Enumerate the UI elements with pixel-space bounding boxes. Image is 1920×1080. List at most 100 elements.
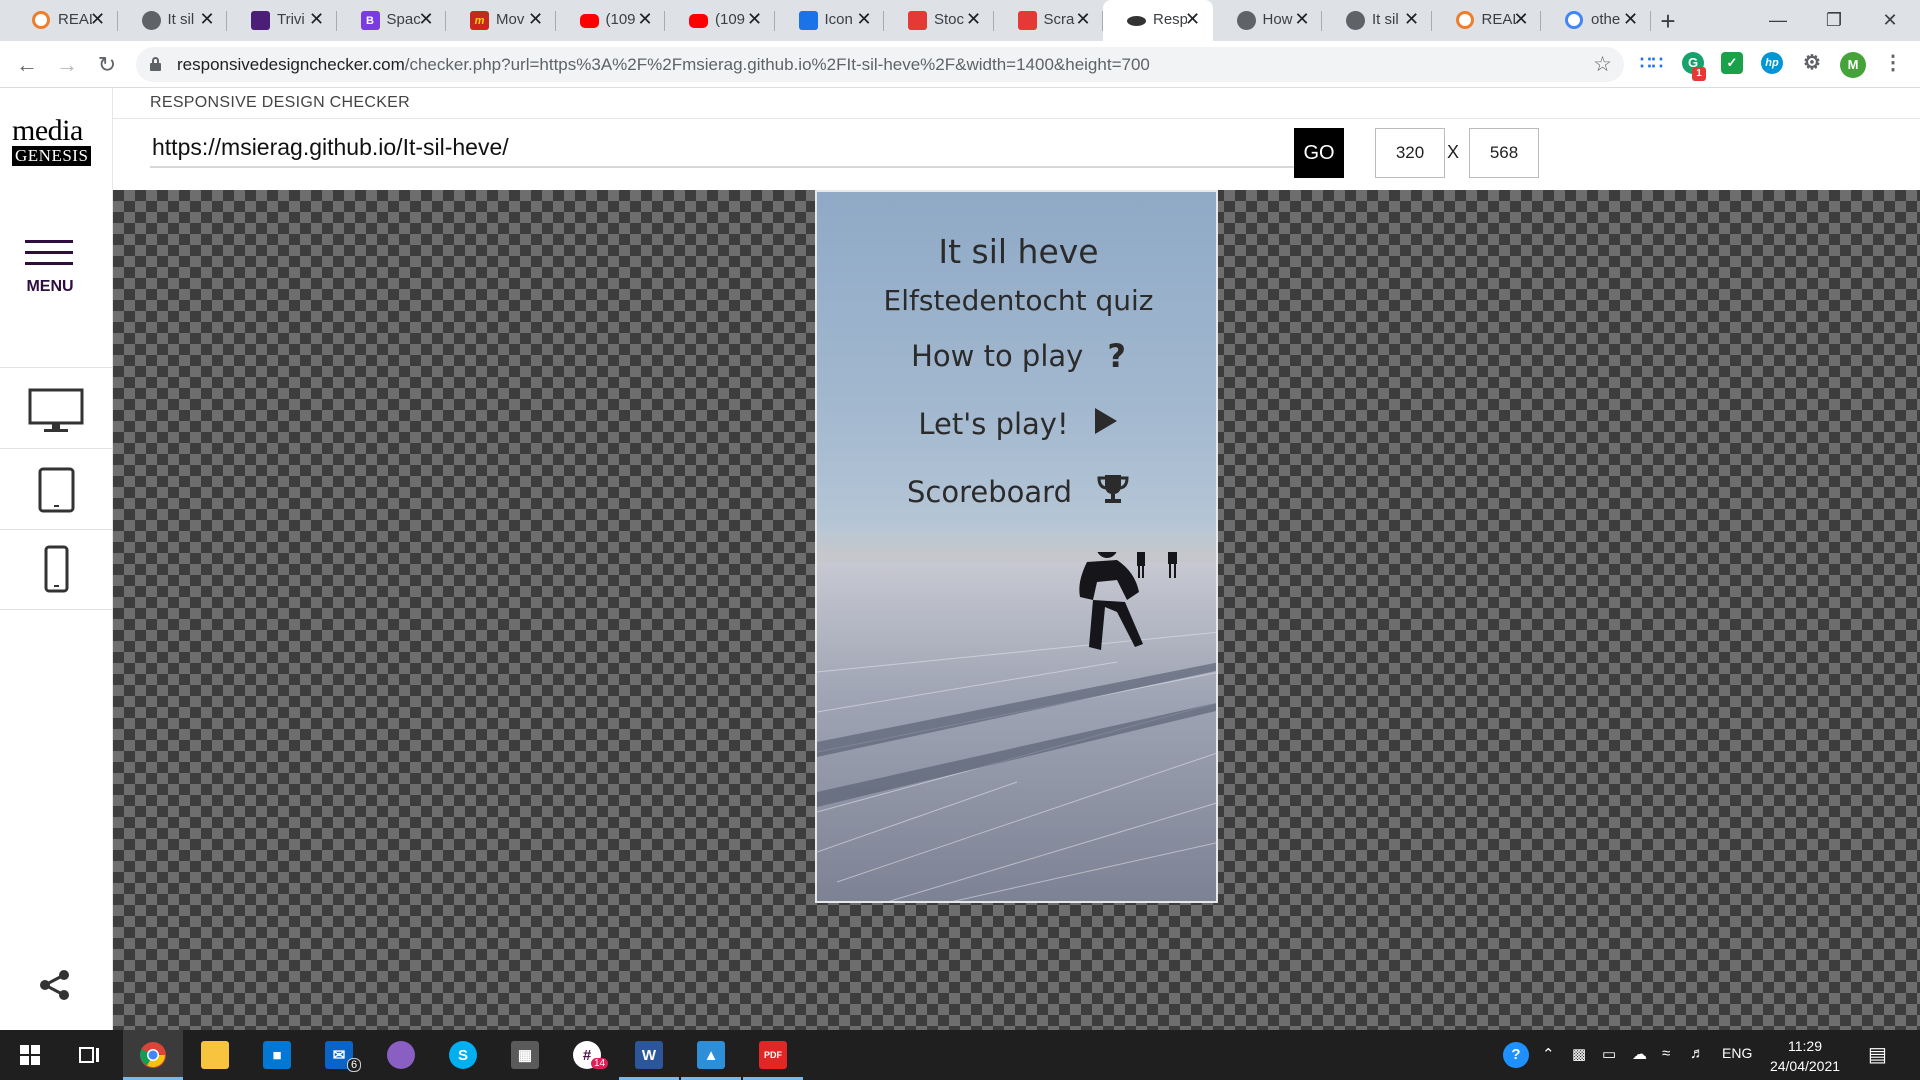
close-window-button[interactable]: ✕ bbox=[1862, 0, 1918, 41]
browser-tab[interactable]: (109 ✕ bbox=[665, 0, 775, 41]
store-button[interactable]: ■ bbox=[247, 1030, 307, 1080]
slack-button[interactable]: # 14 bbox=[557, 1030, 617, 1080]
tab-close-icon[interactable]: ✕ bbox=[1292, 9, 1312, 29]
share-icon[interactable] bbox=[38, 968, 72, 1002]
globe-icon bbox=[1346, 11, 1365, 30]
notifications-icon[interactable]: ▤ bbox=[1868, 1042, 1887, 1067]
show-hidden-icons-icon[interactable]: ⌃ bbox=[1542, 1045, 1555, 1063]
tab-close-icon[interactable]: ✕ bbox=[854, 9, 874, 29]
address-path: /checker.php?url=https%3A%2F%2Fmsierag.g… bbox=[404, 55, 1150, 74]
file-explorer-button[interactable] bbox=[185, 1030, 245, 1080]
browser-tab[interactable]: It sil ✕ bbox=[118, 0, 227, 41]
chrome-icon bbox=[140, 1042, 166, 1068]
dimension-separator: X bbox=[1447, 142, 1460, 162]
word-button[interactable]: W bbox=[619, 1030, 679, 1080]
profile-avatar[interactable]: M bbox=[1840, 52, 1866, 78]
new-tab-button[interactable]: + bbox=[1654, 7, 1682, 35]
tab-close-icon[interactable]: ✕ bbox=[1621, 9, 1641, 29]
checkmark-extension-icon[interactable]: ✓ bbox=[1721, 52, 1743, 74]
paint-button[interactable] bbox=[371, 1030, 431, 1080]
extensions-puzzle-icon[interactable]: ⚙ bbox=[1801, 52, 1823, 74]
lock-icon[interactable] bbox=[150, 57, 161, 71]
lets-play-button[interactable]: Let's play! bbox=[817, 402, 1216, 446]
browser-tab[interactable]: REAL✕ bbox=[8, 0, 118, 41]
browser-tab[interactable]: Scra ✕ bbox=[994, 0, 1103, 41]
bookmark-star-icon[interactable]: ☆ bbox=[1593, 52, 1612, 77]
tab-close-icon[interactable]: ✕ bbox=[197, 9, 217, 29]
battery-icon[interactable]: ▭ bbox=[1602, 1045, 1616, 1063]
width-input[interactable] bbox=[1375, 128, 1445, 178]
browser-tab[interactable]: REAL✕ bbox=[1432, 0, 1541, 41]
tab-close-icon[interactable]: ✕ bbox=[307, 9, 327, 29]
meet-now-icon[interactable]: ▩ bbox=[1572, 1045, 1586, 1063]
globe-icon bbox=[141, 11, 161, 30]
how-to-play-button[interactable]: How to play ? bbox=[817, 334, 1216, 378]
help-tray-icon[interactable]: ? bbox=[1503, 1042, 1529, 1068]
page-title: RESPONSIVE DESIGN CHECKER bbox=[150, 94, 410, 111]
browser-menu-icon[interactable]: ⋮ bbox=[1882, 52, 1904, 74]
reload-button[interactable]: ↻ bbox=[92, 50, 122, 80]
desktop-icon bbox=[28, 388, 84, 432]
browser-tab[interactable]: Resp ✕ bbox=[1103, 0, 1213, 41]
site-url-input[interactable] bbox=[150, 128, 1330, 168]
tab-close-icon[interactable]: ✕ bbox=[1183, 9, 1203, 29]
mail-button[interactable]: ✉ 6 bbox=[309, 1030, 369, 1080]
app-subtitle: Elfstedentocht quiz bbox=[883, 284, 1154, 317]
tab-close-icon[interactable]: ✕ bbox=[1511, 9, 1531, 29]
tab-close-icon[interactable]: ✕ bbox=[526, 9, 546, 29]
language-indicator[interactable]: ENG bbox=[1722, 1045, 1752, 1061]
forward-button[interactable]: → bbox=[52, 50, 82, 80]
site-preview-frame[interactable]: It sil heve Elfstedentocht quiz How to p… bbox=[815, 190, 1218, 903]
chrome-taskbar-button[interactable] bbox=[123, 1030, 183, 1080]
tab-close-icon[interactable]: ✕ bbox=[416, 9, 436, 29]
scoreboard-button[interactable]: Scoreboard bbox=[817, 470, 1216, 514]
restore-button[interactable]: ❐ bbox=[1806, 0, 1862, 41]
red-square-icon bbox=[1017, 11, 1037, 30]
trophy-icon bbox=[1096, 473, 1130, 512]
tablet-view-button[interactable] bbox=[0, 448, 113, 529]
start-button[interactable] bbox=[0, 1030, 60, 1080]
pdf-button[interactable]: PDF bbox=[743, 1030, 803, 1080]
paint-icon bbox=[387, 1041, 415, 1069]
task-view-button[interactable] bbox=[60, 1030, 120, 1080]
volume-icon[interactable]: ♬ bbox=[1690, 1045, 1705, 1062]
browser-tab[interactable]: Stoc ✕ bbox=[884, 0, 994, 41]
onedrive-icon[interactable]: ☁ bbox=[1632, 1045, 1647, 1063]
browser-tab[interactable]: B Spac ✕ bbox=[337, 0, 446, 41]
b-purple-icon: B bbox=[360, 11, 380, 30]
taskbar-clock[interactable]: 11:29 24/04/2021 bbox=[1760, 1036, 1850, 1076]
media-genesis-logo[interactable]: media GENESIS bbox=[12, 116, 94, 166]
minimize-button[interactable]: — bbox=[1750, 0, 1806, 41]
skype-icon: S bbox=[449, 1041, 477, 1069]
hp-icon[interactable]: hp bbox=[1761, 52, 1783, 74]
apps-grid-icon[interactable]: ∷∷ bbox=[1640, 52, 1663, 74]
menu-button[interactable]: MENU bbox=[22, 238, 78, 298]
address-bar[interactable]: responsivedesignchecker.com/checker.php?… bbox=[136, 47, 1624, 82]
tab-close-icon[interactable]: ✕ bbox=[745, 9, 765, 29]
browser-tab[interactable]: othe ✕ bbox=[1541, 0, 1651, 41]
tab-close-icon[interactable]: ✕ bbox=[635, 9, 655, 29]
browser-tab[interactable]: Icon ✕ bbox=[775, 0, 884, 41]
tab-close-icon[interactable]: ✕ bbox=[964, 9, 984, 29]
word-icon: W bbox=[635, 1041, 663, 1069]
calculator-button[interactable]: ▦ bbox=[495, 1030, 555, 1080]
browser-tab[interactable]: How ✕ bbox=[1213, 0, 1322, 41]
photos-button[interactable]: ▲ bbox=[681, 1030, 741, 1080]
mobile-view-button[interactable] bbox=[0, 529, 113, 610]
back-button[interactable]: ← bbox=[12, 50, 42, 80]
go-button[interactable]: GO bbox=[1294, 128, 1344, 178]
header-divider bbox=[113, 118, 1920, 119]
tab-close-icon[interactable]: ✕ bbox=[1073, 9, 1093, 29]
tab-close-icon[interactable]: ✕ bbox=[88, 9, 108, 29]
browser-tab[interactable]: It sil ✕ bbox=[1322, 0, 1432, 41]
browser-tab[interactable]: Trivi ✕ bbox=[227, 0, 337, 41]
browser-tab[interactable]: m Mov ✕ bbox=[446, 0, 556, 41]
skype-button[interactable]: S bbox=[433, 1030, 493, 1080]
height-input[interactable] bbox=[1469, 128, 1539, 178]
tab-close-icon[interactable]: ✕ bbox=[1402, 9, 1422, 29]
desktop-view-button[interactable] bbox=[0, 367, 113, 448]
trivia-icon bbox=[251, 11, 270, 30]
browser-tab[interactable]: (109 ✕ bbox=[556, 0, 665, 41]
wifi-icon[interactable]: ≈ bbox=[1662, 1045, 1670, 1062]
google-icon bbox=[1565, 11, 1583, 29]
